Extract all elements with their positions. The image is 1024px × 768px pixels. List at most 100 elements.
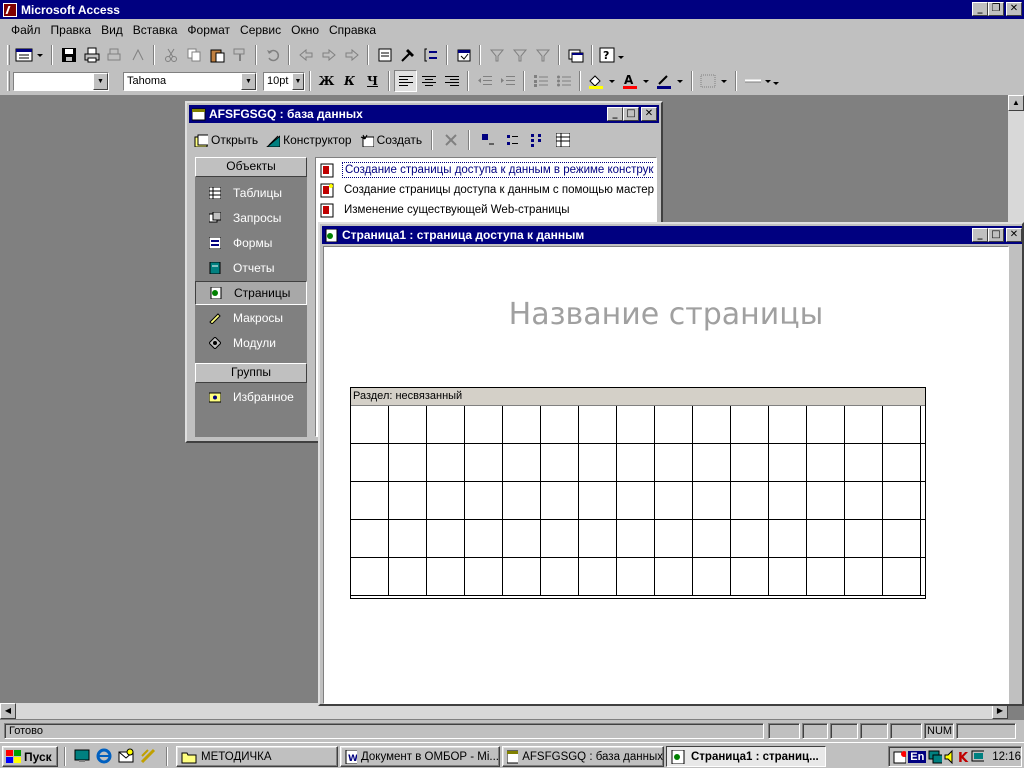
- unbound-section[interactable]: Раздел: несвязанный: [350, 387, 926, 599]
- bold-button[interactable]: Ж: [315, 70, 338, 92]
- paste-icon[interactable]: [205, 44, 228, 66]
- db-maximize-button[interactable]: □: [623, 107, 639, 121]
- section-header[interactable]: Раздел: несвязанный: [351, 388, 925, 406]
- undo-icon[interactable]: [261, 44, 284, 66]
- increase-indent-icon[interactable]: [496, 70, 519, 92]
- object-item-pages[interactable]: Страницы: [195, 281, 307, 305]
- align-center-icon[interactable]: [417, 70, 440, 92]
- outlook-express-icon[interactable]: [118, 748, 134, 764]
- small-icons-icon[interactable]: [501, 129, 524, 151]
- menu-help[interactable]: Справка: [324, 23, 381, 37]
- object-item-modules[interactable]: Модули: [195, 331, 307, 355]
- list-view-icon[interactable]: [526, 129, 549, 151]
- db-close-button[interactable]: ✕: [641, 107, 657, 121]
- page-close-button[interactable]: ✕: [1006, 228, 1022, 242]
- object-item-macros[interactable]: Макросы: [195, 306, 307, 330]
- close-button[interactable]: ✕: [1006, 2, 1022, 16]
- antivirus-icon[interactable]: K: [957, 749, 969, 765]
- create-button[interactable]: Создать: [357, 133, 426, 147]
- group-item-favorites[interactable]: Избранное: [195, 385, 307, 409]
- font-size-combo[interactable]: 10pt ▼: [263, 71, 305, 91]
- help-icon[interactable]: ?: [597, 44, 627, 66]
- menu-file[interactable]: Файл: [6, 23, 46, 37]
- scroll-up-icon[interactable]: ▲: [1008, 95, 1024, 111]
- print-icon[interactable]: [80, 44, 103, 66]
- channels-icon[interactable]: [140, 748, 156, 764]
- object-item-forms[interactable]: Формы: [195, 231, 307, 255]
- scroll-left-icon[interactable]: ◀: [0, 703, 16, 719]
- details-view-icon[interactable]: [551, 129, 574, 151]
- page-maximize-button[interactable]: □: [988, 228, 1004, 242]
- list-item[interactable]: Создание страницы доступа к данным с пом…: [320, 180, 654, 200]
- special-effect-icon[interactable]: [697, 70, 731, 92]
- page-minimize-button[interactable]: _: [972, 228, 988, 242]
- minimize-button[interactable]: _: [972, 2, 988, 16]
- back-icon[interactable]: [294, 44, 317, 66]
- large-icons-icon[interactable]: [476, 129, 499, 151]
- object-item-reports[interactable]: Отчеты: [195, 256, 307, 280]
- start-button[interactable]: Пуск: [2, 746, 58, 767]
- section-grid[interactable]: [351, 406, 925, 596]
- network-icon[interactable]: [928, 749, 942, 765]
- spelling-icon[interactable]: [126, 44, 149, 66]
- sorting-grouping-icon[interactable]: [419, 44, 442, 66]
- page-title-placeholder[interactable]: Название страницы: [324, 297, 1008, 332]
- chevron-down-icon[interactable]: ▼: [93, 72, 108, 90]
- format-painter-icon[interactable]: [228, 44, 251, 66]
- objects-header[interactable]: Объекты: [195, 157, 307, 177]
- menu-edit[interactable]: Правка: [46, 23, 97, 37]
- copy-icon[interactable]: [182, 44, 205, 66]
- font-color-icon[interactable]: A: [619, 70, 653, 92]
- chevron-down-icon[interactable]: ▼: [241, 72, 256, 90]
- task-button-metodichka[interactable]: МЕТОДИЧКА: [176, 746, 338, 767]
- numbered-list-icon[interactable]: [529, 70, 552, 92]
- database-window-title-bar[interactable]: AFSFGSGQ : база данных _ □ ✕: [189, 105, 659, 123]
- scheduler-icon[interactable]: [893, 749, 907, 765]
- underline-button[interactable]: Ч: [361, 70, 384, 92]
- italic-button[interactable]: К: [338, 70, 361, 92]
- menu-window[interactable]: Окно: [286, 23, 324, 37]
- line-style-icon[interactable]: [741, 70, 781, 92]
- forward-icon[interactable]: [317, 44, 340, 66]
- restore-button[interactable]: ❐: [988, 2, 1004, 16]
- object-item-queries[interactable]: Запросы: [195, 206, 307, 230]
- align-right-icon[interactable]: [440, 70, 463, 92]
- filter-form-icon[interactable]: [508, 44, 531, 66]
- apply-filter-icon[interactable]: [531, 44, 554, 66]
- groups-header[interactable]: Группы: [195, 363, 307, 383]
- database-window-icon[interactable]: [564, 44, 587, 66]
- chevron-down-icon[interactable]: ▼: [292, 72, 304, 90]
- cut-icon[interactable]: [159, 44, 182, 66]
- filter-selection-icon[interactable]: [485, 44, 508, 66]
- db-minimize-button[interactable]: _: [607, 107, 623, 121]
- line-color-icon[interactable]: [653, 70, 687, 92]
- page-canvas[interactable]: Название страницы Раздел: несвязанный: [323, 246, 1009, 704]
- decrease-indent-icon[interactable]: [473, 70, 496, 92]
- page-design-window[interactable]: Страница1 : страница доступа к данным _ …: [318, 222, 1024, 706]
- task-button-page[interactable]: Страница1 : страниц...: [666, 746, 826, 767]
- task-button-database[interactable]: AFSFGSGQ : база данных: [502, 746, 664, 767]
- object-combo[interactable]: ▼: [13, 71, 109, 91]
- clock[interactable]: 12:16: [992, 751, 1021, 763]
- monitor-icon[interactable]: [971, 749, 985, 765]
- refresh-icon[interactable]: [340, 44, 363, 66]
- menu-tools[interactable]: Сервис: [235, 23, 286, 37]
- fill-color-icon[interactable]: [585, 70, 619, 92]
- page-window-title-bar[interactable]: Страница1 : страница доступа к данным _ …: [322, 226, 1022, 244]
- list-item[interactable]: Изменение существующей Web-страницы: [320, 200, 654, 220]
- font-combo[interactable]: Tahoma ▼: [123, 71, 257, 91]
- field-list-icon[interactable]: [373, 44, 396, 66]
- design-button[interactable]: Конструктор: [263, 133, 354, 147]
- menu-insert[interactable]: Вставка: [128, 23, 183, 37]
- desktop-icon[interactable]: [74, 748, 90, 764]
- volume-icon[interactable]: [944, 749, 956, 765]
- view-icon[interactable]: [13, 44, 47, 66]
- menu-view[interactable]: Вид: [96, 23, 128, 37]
- align-left-icon[interactable]: [394, 70, 417, 92]
- print-preview-icon[interactable]: [103, 44, 126, 66]
- save-icon[interactable]: [57, 44, 80, 66]
- list-item[interactable]: Создание страницы доступа к данным в реж…: [320, 160, 654, 180]
- access-key-icon[interactable]: [3, 2, 17, 17]
- language-indicator[interactable]: En: [908, 750, 927, 763]
- bulleted-list-icon[interactable]: [552, 70, 575, 92]
